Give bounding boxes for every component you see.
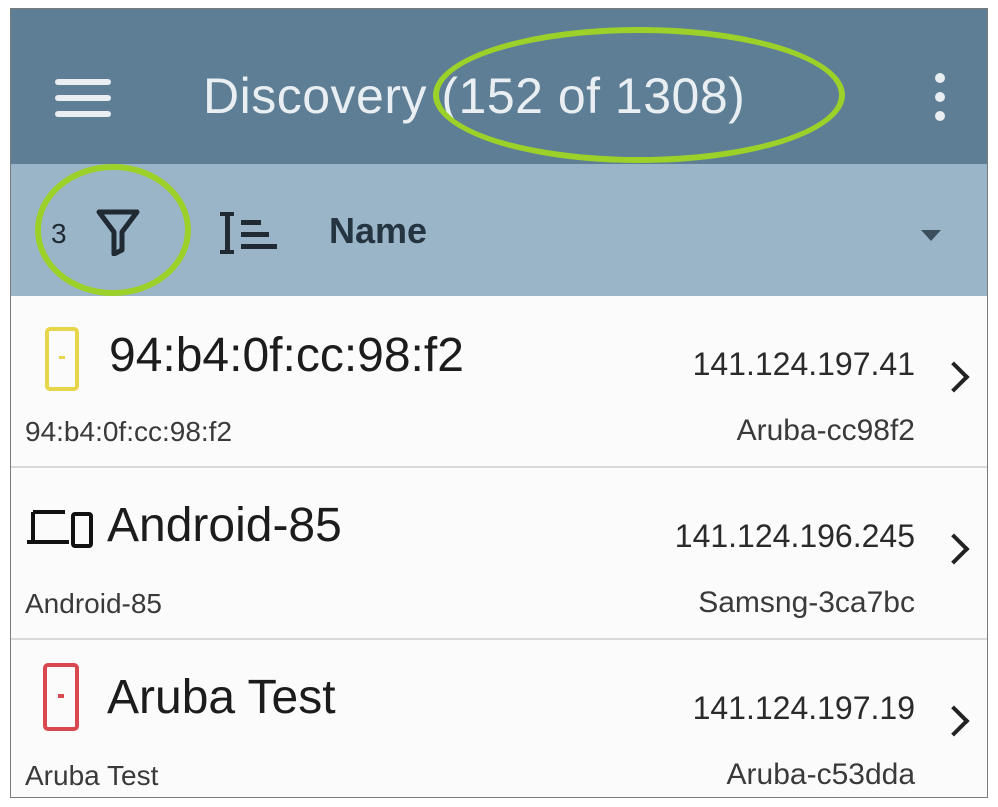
chevron-right-icon	[938, 533, 970, 565]
device-ip: 141.124.196.245	[674, 518, 915, 554]
filter-funnel-icon[interactable]	[95, 206, 141, 256]
access-point-icon	[43, 663, 79, 731]
page-title: Discovery (152 of 1308)	[203, 68, 746, 124]
device-row[interactable]: Aruba Test 141.124.197.19 Aruba Test Aru…	[11, 640, 987, 797]
device-subtitle: Aruba Test	[25, 760, 159, 791]
chevron-right-icon	[938, 705, 970, 737]
device-detail: Samsng-3ca7bc	[698, 586, 915, 619]
device-ip: 141.124.197.19	[692, 690, 915, 726]
access-point-icon	[45, 327, 79, 391]
device-detail: Aruba-cc98f2	[736, 414, 915, 447]
overflow-menu-icon[interactable]	[929, 73, 953, 125]
app-screen: Discovery (152 of 1308) 3 Name 94:b4:0f:…	[10, 8, 988, 798]
sort-field-label[interactable]: Name	[329, 210, 427, 252]
caret-down-icon[interactable]	[921, 230, 941, 241]
hamburger-menu-icon[interactable]	[55, 79, 111, 117]
device-name: 94:b4:0f:cc:98:f2	[109, 329, 464, 382]
device-subtitle: 94:b4:0f:cc:98:f2	[25, 416, 233, 447]
device-name: Android-85	[107, 499, 342, 552]
sort-list-icon[interactable]	[219, 210, 277, 256]
device-row[interactable]: 94:b4:0f:cc:98:f2 141.124.197.41 94:b4:0…	[11, 296, 987, 468]
filter-count-badge: 3	[51, 218, 67, 249]
filter-sort-toolbar: 3 Name	[11, 164, 987, 296]
device-ip: 141.124.197.41	[692, 346, 915, 382]
device-name: Aruba Test	[107, 671, 336, 724]
device-subtitle: Android-85	[25, 588, 162, 619]
app-bar: Discovery (152 of 1308)	[11, 9, 987, 164]
device-row[interactable]: Android-85 141.124.196.245 Android-85 Sa…	[11, 468, 987, 640]
device-detail: Aruba-c53dda	[726, 758, 915, 791]
chevron-right-icon	[938, 361, 970, 393]
laptop-phone-icon	[27, 510, 93, 548]
